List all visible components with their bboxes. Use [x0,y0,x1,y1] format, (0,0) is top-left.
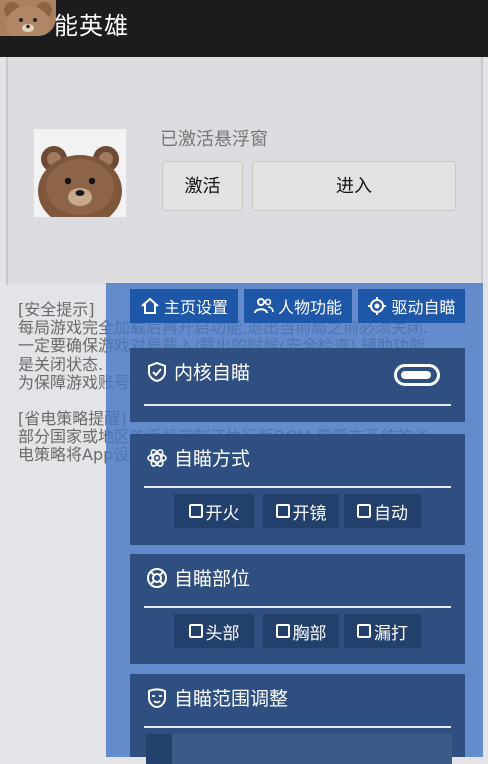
section-title: 自瞄方式 [174,448,251,470]
enter-button[interactable]: 进入 [252,161,456,211]
float-window-status: 已激活悬浮窗 [160,129,268,150]
section-divider [144,486,451,488]
tab-character-functions[interactable]: 人物功能 [244,289,352,323]
checkbox-label: 头部 [205,623,240,644]
target-icon [368,297,387,315]
section-title: 自瞄部位 [174,568,251,590]
section-divider [144,606,451,608]
checkbox-fire[interactable]: 开火 [174,494,254,528]
activate-button[interactable]: 激活 [162,161,243,211]
tab-label: 驱动自瞄 [391,298,456,317]
checkbox-auto[interactable]: 自动 [344,494,421,528]
slider-handle[interactable] [146,734,172,764]
section-divider [144,726,451,728]
section-divider [144,404,451,406]
bear-avatar [34,129,126,217]
section-header: 自瞄范围调整 [146,684,288,711]
section-aim-range: 自瞄范围调整 [130,674,465,764]
lifebuoy-icon [147,567,167,588]
atom-icon [147,448,167,467]
aim-range-slider[interactable] [146,734,452,764]
app-title: 能英雄 [54,12,129,40]
checkbox-label: 胸部 [292,623,327,644]
section-aim-part: 自瞄部位 头部 胸部 漏打 [130,554,465,664]
mask-icon [148,688,166,708]
checkbox-scope[interactable]: 开镜 [263,494,339,528]
section-header: 自瞄部位 [146,564,250,591]
checkbox-box [188,624,203,638]
checkbox-head[interactable]: 头部 [174,614,254,648]
checkbox-miss[interactable]: 漏打 [344,614,421,648]
section-header: 内核自瞄 [146,358,250,385]
kernel-aim-toggle[interactable] [394,364,440,386]
checkbox-label: 开火 [205,503,240,524]
tab-label: 主页设置 [163,298,228,317]
checkbox-label: 自动 [374,503,408,524]
section-aim-mode: 自瞄方式 开火 开镜 自动 [130,434,465,545]
people-icon [253,298,274,314]
shield-check-icon [148,361,166,382]
checkbox-box [357,504,371,518]
checkbox-box [275,504,290,518]
checkbox-label: 漏打 [374,623,408,644]
tab-home-settings[interactable]: 主页设置 [130,289,238,323]
section-title: 自瞄范围调整 [174,688,289,710]
home-icon [141,297,159,314]
section-title: 内核自瞄 [174,362,251,384]
checkbox-label: 开镜 [292,503,327,524]
tab-driver-aim[interactable]: 驱动自瞄 [358,289,465,323]
checkbox-box [188,504,203,518]
section-kernel-aim: 内核自瞄 [130,348,465,422]
bear-logo [0,0,56,36]
status-card: 已激活悬浮窗 激活 进入 [6,57,483,285]
checkbox-box [275,624,290,638]
toggle-track [401,371,431,379]
section-header: 自瞄方式 [146,444,250,471]
checkbox-chest[interactable]: 胸部 [263,614,339,648]
checkbox-box [357,624,371,638]
tab-label: 人物功能 [277,298,342,317]
